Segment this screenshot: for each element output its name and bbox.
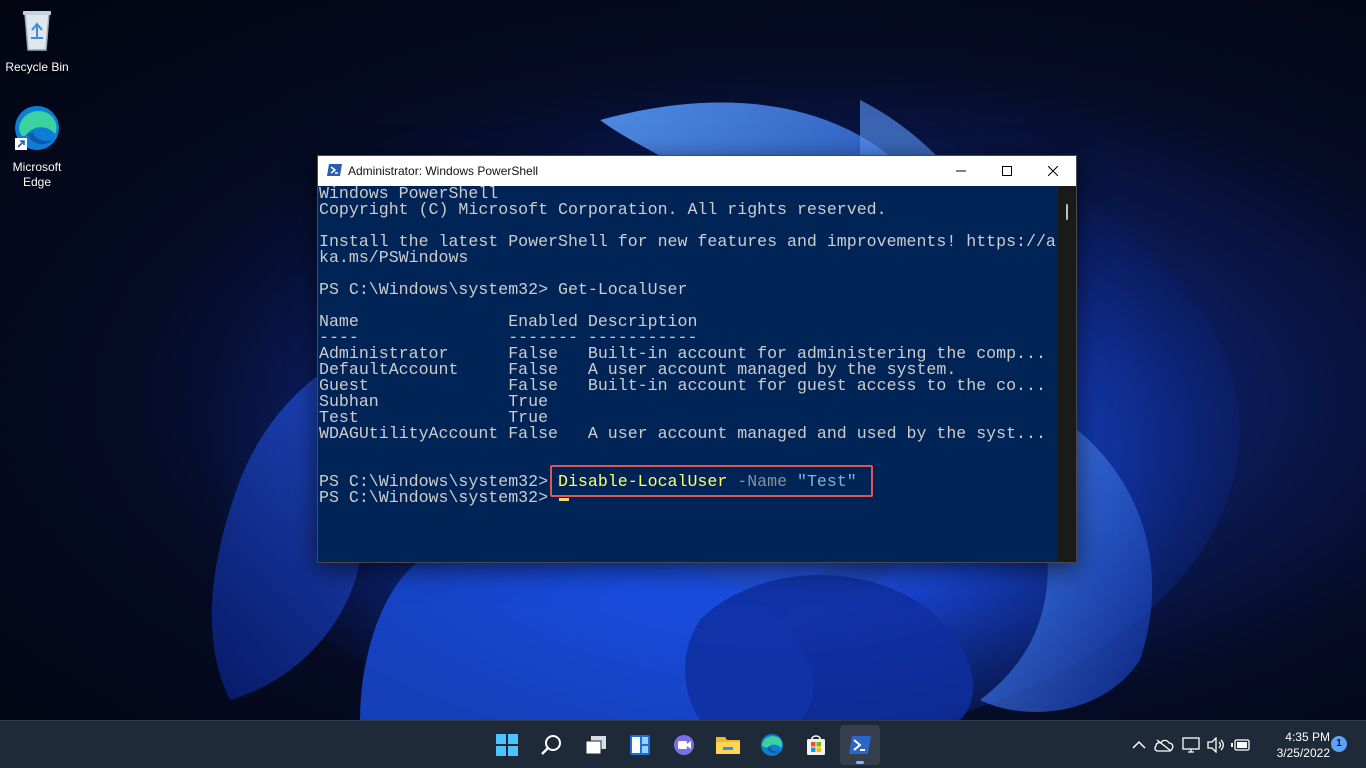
widgets-icon [630, 735, 650, 755]
notification-badge[interactable]: 1 [1331, 736, 1347, 752]
desktop-icon-edge[interactable]: Microsoft Edge [0, 104, 74, 190]
clock-time: 4:35 PM [1285, 730, 1330, 744]
recycle-bin-label: Recycle Bin [5, 60, 69, 74]
minimize-icon [956, 170, 966, 172]
console-line: ka.ms/PSWindows [319, 248, 469, 267]
start-button[interactable] [487, 725, 527, 765]
chevron-up-icon [1132, 740, 1146, 749]
desktop-icon-recycle-bin[interactable]: Recycle Bin [0, 8, 74, 75]
minimize-button[interactable] [938, 156, 984, 186]
edge-icon [0, 104, 74, 156]
table-row: WDAGUtilityAccount False A user account … [319, 424, 1046, 443]
recycle-bin-icon [0, 8, 74, 56]
search-button[interactable] [531, 725, 571, 765]
powershell-window[interactable]: Administrator: Windows PowerShell Window… [317, 155, 1077, 563]
powershell-taskbar-button[interactable] [840, 725, 880, 765]
chat-button[interactable] [664, 725, 704, 765]
scrollbar-thumb[interactable] [1066, 204, 1068, 220]
widgets-button[interactable] [620, 725, 660, 765]
show-hidden-icons-button[interactable] [1129, 735, 1149, 755]
vertical-scrollbar[interactable] [1058, 186, 1076, 562]
teams-chat-icon [674, 735, 694, 755]
clock-date: 3/25/2022 [1276, 746, 1330, 760]
current-prompt-line[interactable]: PS C:\Windows\system32> [319, 488, 569, 507]
running-indicator [856, 761, 864, 764]
prompt: PS C:\Windows\system32> [319, 488, 549, 507]
store-button[interactable] [796, 725, 836, 765]
onedrive-icon [1154, 739, 1174, 752]
search-icon [541, 735, 561, 755]
console-line: Copyright (C) Microsoft Corporation. All… [319, 200, 887, 219]
window-title: Administrator: Windows PowerShell [348, 164, 539, 178]
store-icon [807, 735, 825, 755]
display-tray-button[interactable] [1181, 735, 1201, 755]
onedrive-tray-button[interactable] [1154, 735, 1174, 755]
edge-icon [761, 734, 783, 756]
desktop: Recycle Bin Microsoft Edge Administrator… [0, 0, 1366, 720]
powershell-icon [327, 163, 343, 182]
taskbar-clock[interactable]: 4:35 PM 3/25/2022 [1254, 729, 1330, 761]
edge-button[interactable] [752, 725, 792, 765]
text-cursor [559, 498, 569, 501]
taskbar: 4:35 PM 3/25/2022 1 [0, 720, 1366, 768]
task-view-button[interactable] [576, 725, 616, 765]
battery-tray-button[interactable] [1231, 735, 1251, 755]
battery-icon [1231, 739, 1250, 751]
volume-tray-button[interactable] [1206, 735, 1226, 755]
start-icon [496, 734, 518, 756]
volume-icon [1207, 737, 1224, 753]
close-button[interactable] [1030, 156, 1076, 186]
window-titlebar[interactable]: Administrator: Windows PowerShell [318, 156, 1076, 186]
maximize-button[interactable] [984, 156, 1030, 186]
close-icon [1048, 166, 1058, 176]
display-icon [1182, 737, 1200, 753]
edge-label: Microsoft Edge [12, 160, 62, 189]
highlight-annotation-box [550, 465, 873, 497]
file-explorer-button[interactable] [708, 725, 748, 765]
task-view-icon [585, 736, 606, 755]
maximize-icon [1002, 166, 1012, 176]
file-explorer-icon [716, 737, 740, 754]
console-output[interactable]: Windows PowerShell Copyright (C) Microso… [318, 186, 1058, 562]
powershell-icon [849, 736, 871, 754]
console-line: PS C:\Windows\system32> Get-LocalUser [319, 280, 688, 299]
